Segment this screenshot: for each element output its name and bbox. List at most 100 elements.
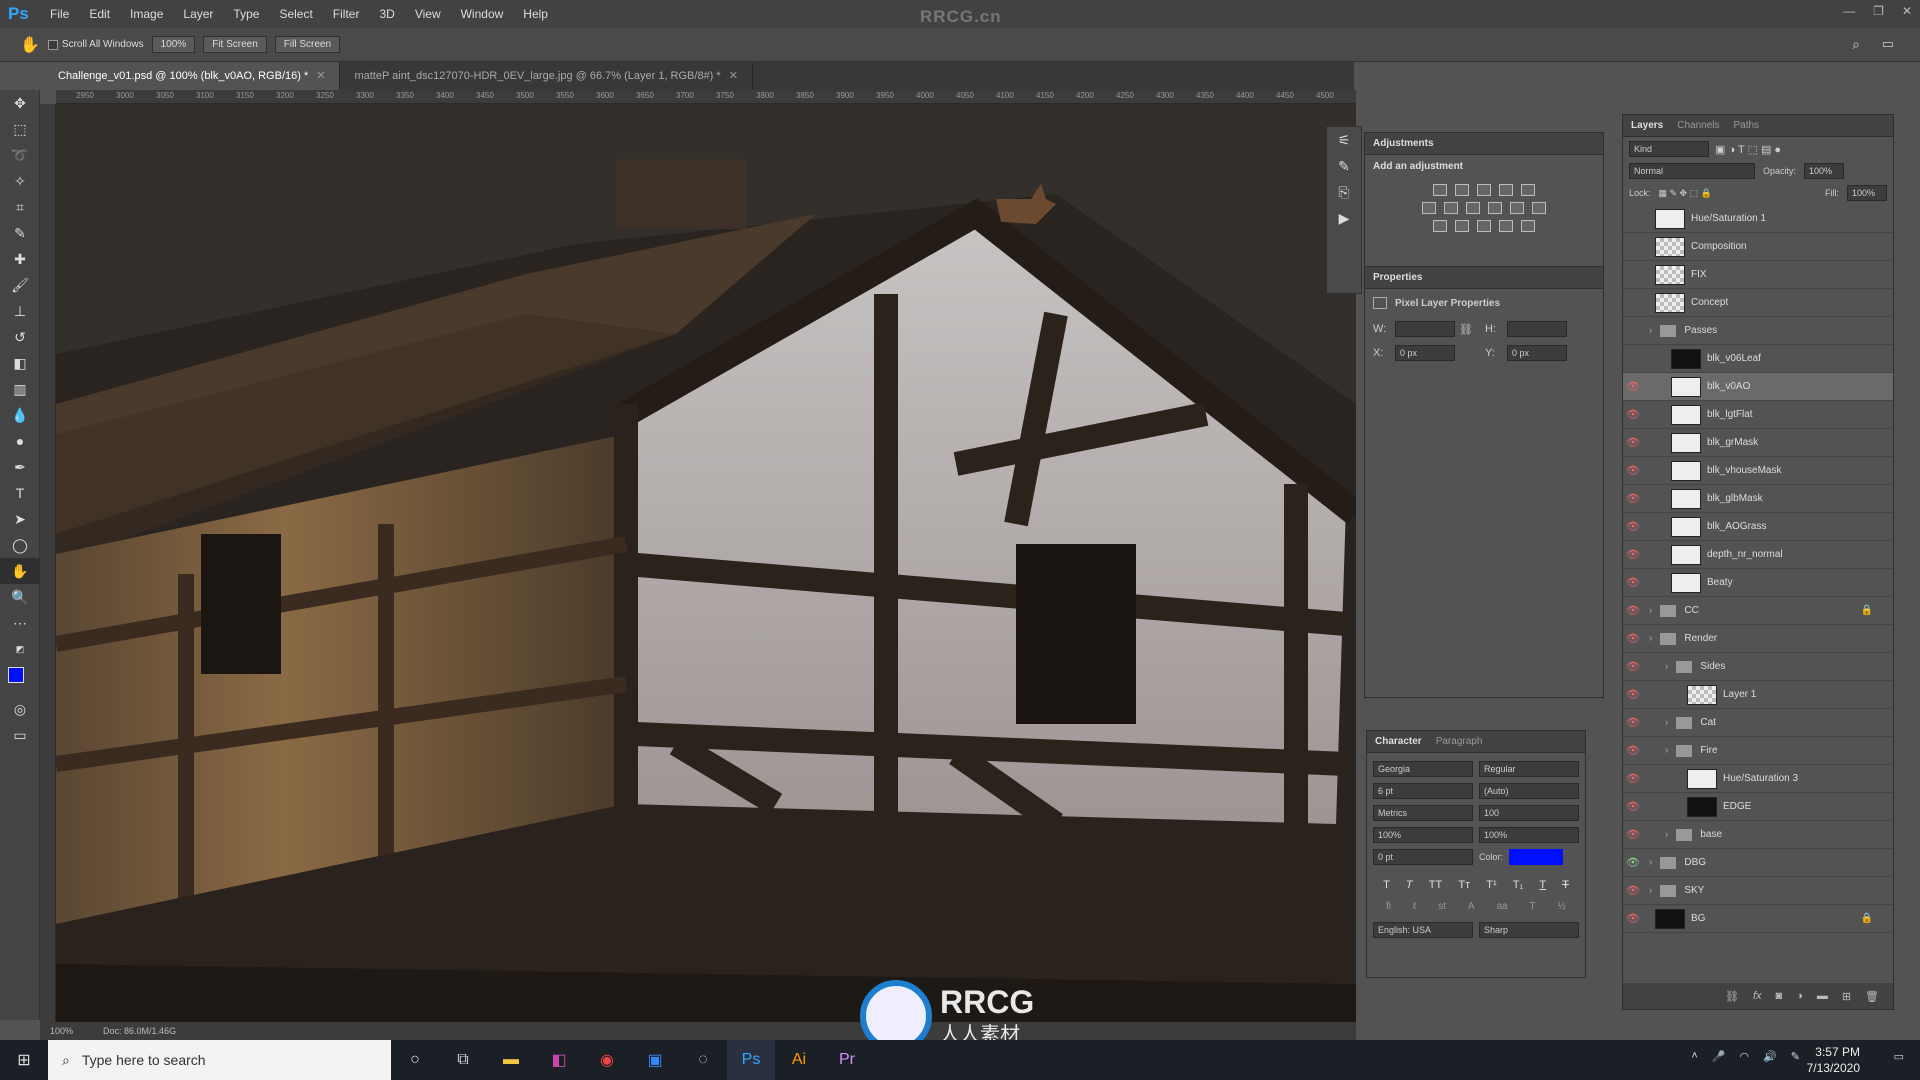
brightness-icon[interactable] [1433, 184, 1447, 196]
vibrance-icon[interactable] [1521, 184, 1535, 196]
menu-edit[interactable]: Edit [79, 7, 120, 21]
chrome-icon[interactable]: ◉ [583, 1040, 631, 1080]
layer-row[interactable]: 👁 blk_AOGrass [1623, 513, 1893, 541]
fractions-icon[interactable]: ½ [1558, 901, 1566, 912]
visibility-eye-icon[interactable]: 👁 [1623, 520, 1643, 533]
new-layer-icon[interactable]: ⊞ [1842, 990, 1851, 1003]
add-mask-icon[interactable]: ◙ [1776, 990, 1783, 1002]
zoom-tool-icon[interactable]: 🔍 [0, 584, 40, 610]
group-toggle-icon[interactable]: › [1665, 745, 1668, 756]
menu-image[interactable]: Image [120, 7, 173, 21]
history-brush-icon[interactable]: ↺ [0, 324, 40, 350]
layer-row[interactable]: 👁 › Fire [1623, 737, 1893, 765]
tray-chevron-icon[interactable]: ˄ [1691, 1050, 1697, 1063]
hand-tool-icon[interactable]: ✋ [0, 558, 40, 584]
levels-icon[interactable] [1455, 184, 1469, 196]
visibility-eye-icon[interactable]: 👁 [1623, 240, 1643, 253]
healing-brush-icon[interactable]: ✚ [0, 246, 40, 272]
blend-mode-select[interactable]: Normal [1629, 163, 1755, 179]
layer-row[interactable]: 👁 Hue/Saturation 3 [1623, 765, 1893, 793]
curves-icon[interactable] [1477, 184, 1491, 196]
visibility-eye-icon[interactable]: 👁 [1623, 548, 1643, 561]
network-icon[interactable]: ◠ [1739, 1050, 1749, 1063]
layer-row[interactable]: 👁 › SKY [1623, 877, 1893, 905]
zoom-icon[interactable]: ▣ [631, 1040, 679, 1080]
tab-mattepaint[interactable]: matteP aint_dsc127070-HDR_0EV_large.jpg … [340, 62, 753, 90]
blur-tool-icon[interactable]: 💧 [0, 402, 40, 428]
status-zoom[interactable]: 100% [50, 1026, 73, 1036]
app-icon-1[interactable]: ◧ [535, 1040, 583, 1080]
layer-row[interactable]: 👁 blk_glbMask [1623, 485, 1893, 513]
filter-icons[interactable]: ▣ ◑ T ⬚ ▤ ● [1715, 143, 1781, 156]
illustrator-taskbar-icon[interactable]: Ai [775, 1040, 823, 1080]
visibility-eye-icon[interactable]: 👁 [1623, 408, 1643, 421]
history-panel-icon[interactable]: ⎘ [1327, 179, 1361, 205]
group-toggle-icon[interactable]: › [1649, 633, 1652, 644]
layer-row[interactable]: 👁 depth_nr_normal [1623, 541, 1893, 569]
foreground-color[interactable] [8, 667, 24, 683]
tab-layers[interactable]: Layers [1631, 120, 1663, 131]
eyedropper-icon[interactable]: ✎ [0, 220, 40, 246]
taskbar-search[interactable]: ⌕ Type here to search [48, 1040, 391, 1080]
visibility-eye-icon[interactable]: 👁 [1623, 800, 1643, 813]
layer-row[interactable]: 👁 › Sides [1623, 653, 1893, 681]
move-tool-icon[interactable]: ✥ [0, 90, 40, 116]
alternates-icon[interactable]: A [1468, 901, 1475, 912]
visibility-eye-icon[interactable]: 👁 [1623, 856, 1643, 869]
fx-icon[interactable]: fx [1753, 990, 1762, 1002]
dodge-tool-icon[interactable]: ● [0, 428, 40, 454]
layer-row[interactable]: 👁 Composition [1623, 233, 1893, 261]
adjustments-title[interactable]: Adjustments [1373, 138, 1434, 149]
visibility-eye-icon[interactable]: 👁 [1623, 268, 1643, 281]
color-balance-icon[interactable] [1444, 202, 1458, 214]
layer-row[interactable]: 👁 blk_lgtFlat [1623, 401, 1893, 429]
exposure-icon[interactable] [1499, 184, 1513, 196]
close-tab-icon[interactable]: ✕ [316, 70, 325, 82]
swash-icon[interactable]: st [1438, 901, 1446, 912]
microphone-icon[interactable]: 🎤 [1712, 1050, 1726, 1063]
layer-row[interactable]: 👁 › Passes [1623, 317, 1893, 345]
visibility-eye-icon[interactable]: 👁 [1623, 688, 1643, 701]
menu-window[interactable]: Window [451, 7, 514, 21]
properties-title[interactable]: Properties [1373, 272, 1422, 283]
layer-row[interactable]: 👁 Beaty [1623, 569, 1893, 597]
scroll-all-windows-checkbox[interactable]: Scroll All Windows [47, 39, 144, 50]
screen-mode-icon[interactable]: ▭ [0, 722, 40, 748]
visibility-eye-icon[interactable]: 👁 [1623, 296, 1643, 309]
tab-paths[interactable]: Paths [1734, 120, 1760, 131]
document-canvas[interactable] [56, 104, 1356, 1022]
visibility-eye-icon[interactable]: 👁 [1623, 576, 1643, 589]
magic-wand-icon[interactable]: ✧ [0, 168, 40, 194]
volume-icon[interactable]: 🔊 [1763, 1050, 1777, 1063]
visibility-eye-icon[interactable]: 👁 [1623, 324, 1643, 337]
tab-character[interactable]: Character [1375, 736, 1422, 747]
menu-file[interactable]: File [40, 7, 79, 21]
windows-start-icon[interactable]: ⊞ [0, 1040, 48, 1080]
group-toggle-icon[interactable]: › [1649, 857, 1652, 868]
taskbar-clock[interactable]: 3:57 PM 7/13/2020 [1807, 1044, 1860, 1076]
vertical-scale-field[interactable]: 100% [1373, 827, 1473, 843]
tab-channels[interactable]: Channels [1677, 120, 1719, 131]
visibility-eye-icon[interactable]: 👁 [1623, 380, 1643, 393]
underline-icon[interactable]: T [1539, 879, 1546, 891]
layer-row[interactable]: 👁 blk_v06Leaf [1623, 345, 1893, 373]
color-lookup-icon[interactable] [1532, 202, 1546, 214]
visibility-eye-icon[interactable]: 👁 [1623, 212, 1643, 225]
close-icon[interactable]: ✕ [1902, 4, 1912, 18]
visibility-eye-icon[interactable]: 👁 [1623, 772, 1643, 785]
layer-row[interactable]: 👁 › Cat [1623, 709, 1893, 737]
threshold-icon[interactable] [1477, 220, 1491, 232]
menu-view[interactable]: View [405, 7, 451, 21]
link-layers-icon[interactable]: ⛓ [1725, 990, 1739, 1003]
layer-row[interactable]: 👁 blk_vhouseMask [1623, 457, 1893, 485]
gradient-tool-icon[interactable]: ▥ [0, 376, 40, 402]
layer-row[interactable]: 👁 Layer 1 [1623, 681, 1893, 709]
brush-panel-icon[interactable]: ✎ [1327, 153, 1361, 179]
black-white-icon[interactable] [1466, 202, 1480, 214]
crop-tool-icon[interactable]: ⌗ [0, 194, 40, 220]
group-toggle-icon[interactable]: › [1649, 605, 1652, 616]
shape-tool-icon[interactable]: ◯ [0, 532, 40, 558]
tab-paragraph[interactable]: Paragraph [1436, 736, 1483, 747]
layer-row[interactable]: 👁 Hue/Saturation 1 [1623, 205, 1893, 233]
text-color-swatch[interactable] [1509, 849, 1564, 865]
